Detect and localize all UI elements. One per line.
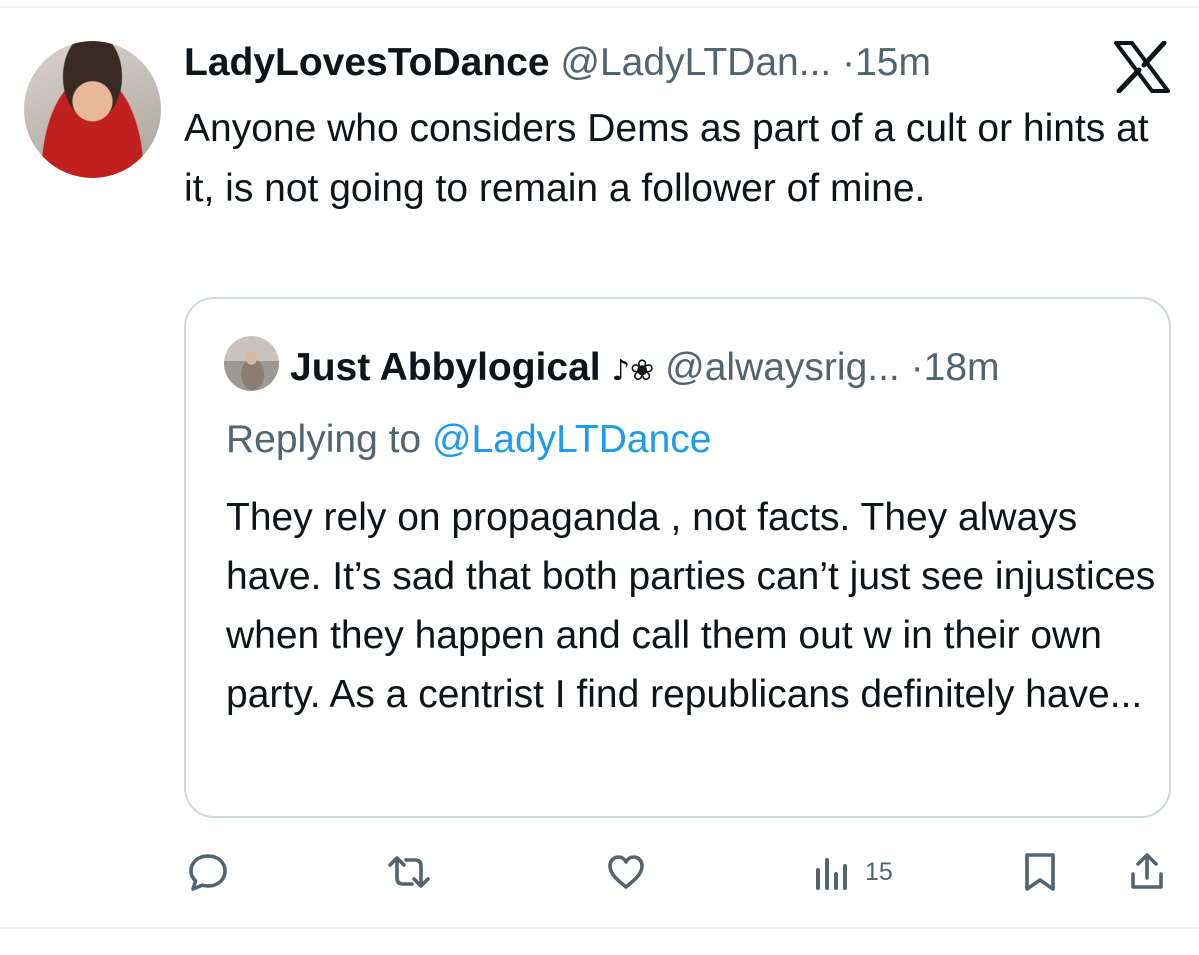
post-timestamp[interactable]: 15m: [855, 41, 931, 84]
views-button[interactable]: 15: [813, 850, 893, 894]
meta-separator: ·: [842, 41, 856, 84]
quoted-post-text: They rely on propaganda , not facts. The…: [226, 496, 1156, 716]
reply-button[interactable]: [186, 850, 230, 894]
post-text: Anyone who considers Dems as part of a c…: [184, 107, 1149, 210]
quoted-timestamp: 18m: [923, 346, 1000, 389]
replying-to-handle[interactable]: @LadyLTDance: [432, 418, 712, 461]
x-logo-icon: [1114, 41, 1170, 93]
reply-icon: [189, 854, 227, 891]
quoted-meta-separator: ·: [910, 346, 924, 389]
share-icon: [1131, 853, 1163, 889]
quoted-display-name: Just Abbylogical: [290, 346, 601, 389]
bookmark-icon: [1025, 853, 1055, 891]
replying-to-line: Replying to @LadyLTDance: [226, 415, 711, 465]
author-display-name[interactable]: LadyLovesToDance: [184, 41, 550, 84]
bottom-divider: [0, 927, 1199, 929]
views-count: 15: [865, 857, 893, 886]
top-divider: [0, 6, 1199, 8]
quoted-author-row: Just Abbylogical ♪❀ @alwaysrig... ·18m: [290, 343, 1170, 395]
quoted-post-card[interactable]: Just Abbylogical ♪❀ @alwaysrig... ·18m R…: [184, 297, 1171, 818]
share-button[interactable]: [1125, 850, 1169, 894]
views-icon: [816, 858, 847, 890]
quoted-author-avatar: [224, 336, 279, 391]
like-button[interactable]: [604, 850, 648, 894]
post-author-row: LadyLovesToDance @LadyLTDan... ·15m: [184, 38, 1044, 88]
author-handle[interactable]: @LadyLTDan...: [560, 41, 831, 84]
bookmark-button[interactable]: [1020, 850, 1060, 894]
author-avatar[interactable]: [24, 41, 161, 178]
quoted-handle: @alwaysrig...: [665, 346, 900, 389]
repost-icon: [388, 856, 430, 888]
like-icon: [608, 855, 644, 889]
replying-to-label: Replying to: [226, 418, 422, 461]
repost-button[interactable]: [386, 850, 432, 894]
quoted-name-emoji: ♪❀: [611, 353, 655, 387]
